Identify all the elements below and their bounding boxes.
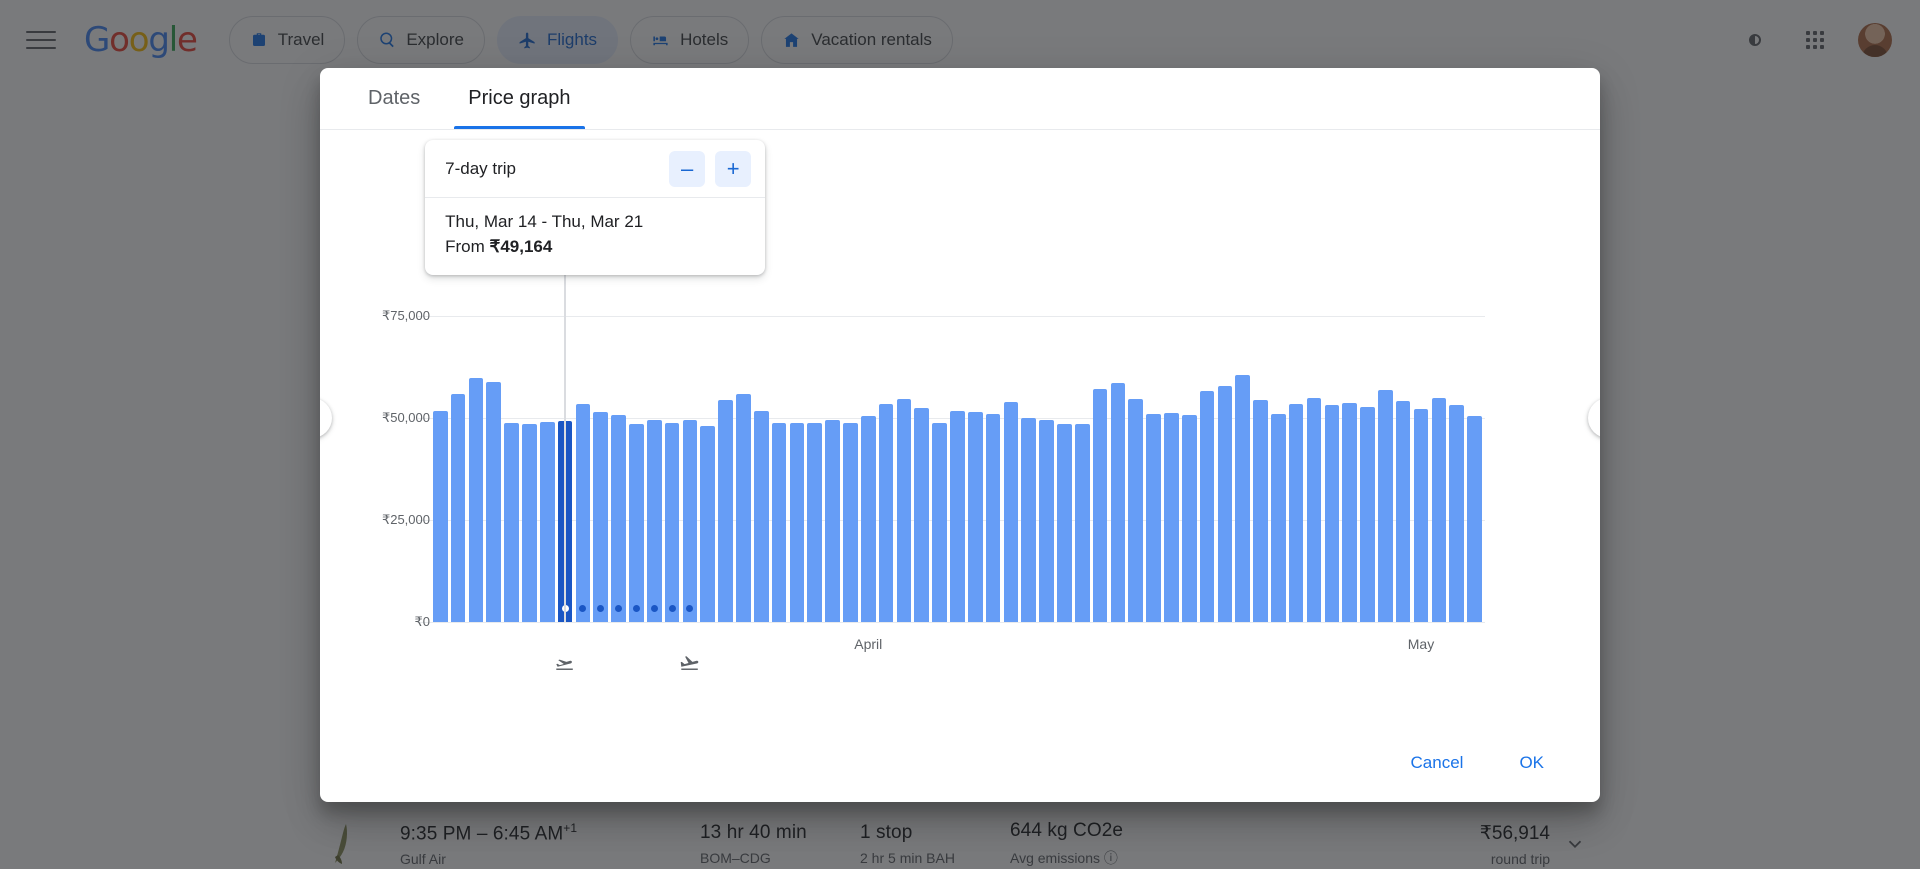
price-bar[interactable] <box>1164 413 1179 622</box>
tab-price-graph[interactable]: Price graph <box>454 68 585 129</box>
flight-land-icon <box>679 652 701 679</box>
chart-y-tick-label: ₹50,000 <box>381 410 430 425</box>
tab-dates[interactable]: Dates <box>354 68 434 129</box>
price-bar[interactable] <box>611 415 626 622</box>
tooltip-stem-line <box>564 240 567 622</box>
price-bar[interactable] <box>575 403 591 622</box>
price-bar[interactable] <box>753 411 769 622</box>
price-bar[interactable] <box>1021 418 1037 622</box>
price-bar[interactable] <box>950 410 965 622</box>
price-bar[interactable] <box>682 419 698 622</box>
cancel-button[interactable]: Cancel <box>1389 742 1486 784</box>
trip-span-dot <box>668 605 676 612</box>
flight-takeoff-icon <box>554 652 576 679</box>
trip-length-label: 7-day trip <box>445 158 516 178</box>
price-bar[interactable] <box>1199 391 1215 622</box>
price-bar[interactable] <box>771 422 787 622</box>
price-bar[interactable] <box>1342 403 1357 622</box>
price-graph-dialog: Dates Price graph 7-day trip – + Thu, Ma… <box>320 68 1600 802</box>
decrease-trip-length-button[interactable]: – <box>669 150 706 187</box>
next-dates-button[interactable] <box>1588 398 1600 438</box>
price-bar[interactable] <box>486 381 502 622</box>
chevron-left-icon <box>320 407 323 429</box>
tab-dates-label: Dates <box>368 87 421 109</box>
chevron-right-icon <box>1597 407 1600 429</box>
price-bar[interactable] <box>1395 400 1411 622</box>
chart-gridline <box>418 622 1485 623</box>
tooltip-price-value: ₹49,164 <box>489 237 553 256</box>
price-bar[interactable] <box>718 399 733 622</box>
tooltip-from-prefix: From <box>445 237 490 256</box>
chart-y-tick-label: ₹0 <box>414 614 430 629</box>
price-bar[interactable] <box>807 422 823 622</box>
chart-y-tick-label: ₹75,000 <box>381 308 430 323</box>
price-bar[interactable] <box>1253 399 1268 622</box>
price-bar[interactable] <box>1360 406 1375 622</box>
price-bar[interactable] <box>450 394 466 622</box>
price-bar[interactable] <box>1235 374 1250 622</box>
tooltip-from-price: From ₹49,164 <box>445 237 745 257</box>
price-bar[interactable] <box>1146 413 1161 622</box>
dialog-footer: Cancel OK <box>320 724 1600 802</box>
price-bar[interactable] <box>504 422 519 622</box>
price-bar[interactable] <box>1110 382 1126 622</box>
price-bar[interactable] <box>1128 399 1143 622</box>
dialog-tab-bar: Dates Price graph <box>320 68 1600 130</box>
price-bar[interactable] <box>1413 408 1429 622</box>
price-bar[interactable] <box>1092 388 1108 622</box>
price-bar[interactable] <box>1217 385 1233 622</box>
price-bar[interactable] <box>1271 414 1286 622</box>
trip-length-row: 7-day trip – + <box>425 140 766 198</box>
price-bar[interactable] <box>664 422 680 622</box>
price-bar[interactable] <box>736 394 751 622</box>
price-bar[interactable] <box>1431 397 1447 622</box>
price-bar[interactable] <box>539 422 555 622</box>
chart-month-label: April <box>854 636 883 652</box>
price-bar[interactable] <box>1181 415 1197 622</box>
price-bar[interactable] <box>932 422 947 622</box>
price-bar[interactable] <box>1449 404 1464 622</box>
price-bar[interactable] <box>629 423 644 622</box>
price-bar[interactable] <box>468 378 484 622</box>
price-bar[interactable] <box>1057 424 1072 622</box>
price-bar[interactable] <box>843 422 858 622</box>
price-bar[interactable] <box>825 420 840 622</box>
trip-span-dot <box>650 605 658 612</box>
ok-button[interactable]: OK <box>1497 742 1566 784</box>
trip-length-tooltip: 7-day trip – + Thu, Mar 14 - Thu, Mar 21… <box>425 140 766 275</box>
price-bar[interactable] <box>1074 424 1090 622</box>
price-bar[interactable] <box>433 411 448 622</box>
price-bar[interactable] <box>1039 420 1054 622</box>
price-bar[interactable] <box>985 413 1001 622</box>
price-bar[interactable] <box>967 411 983 622</box>
price-bar[interactable] <box>1378 389 1393 622</box>
price-bar[interactable] <box>1288 404 1304 622</box>
price-bar[interactable] <box>914 407 930 622</box>
chart-month-label: May <box>1407 636 1435 652</box>
tooltip-body: Thu, Mar 14 - Thu, Mar 21 From ₹49,164 <box>425 198 765 275</box>
chart-y-tick-label: ₹25,000 <box>381 512 430 527</box>
price-bar[interactable] <box>1324 404 1340 622</box>
increase-trip-length-button[interactable]: + <box>715 150 752 187</box>
trip-length-stepper: – + <box>669 150 752 187</box>
price-bar[interactable] <box>896 398 912 622</box>
price-bar[interactable] <box>700 426 716 622</box>
price-bar[interactable] <box>522 424 537 622</box>
price-bar[interactable] <box>878 404 894 622</box>
price-bar[interactable] <box>646 420 662 622</box>
price-bar[interactable] <box>1306 398 1322 622</box>
previous-dates-button[interactable] <box>320 398 332 438</box>
tab-price-graph-label: Price graph <box>468 87 571 109</box>
trip-span-dot <box>632 605 640 612</box>
price-bar[interactable] <box>1467 415 1482 622</box>
tooltip-date-range: Thu, Mar 14 - Thu, Mar 21 <box>445 212 644 231</box>
price-bar[interactable] <box>1003 402 1019 622</box>
price-bar[interactable] <box>789 423 805 622</box>
price-bar[interactable] <box>860 415 876 622</box>
price-bar[interactable] <box>593 411 609 622</box>
